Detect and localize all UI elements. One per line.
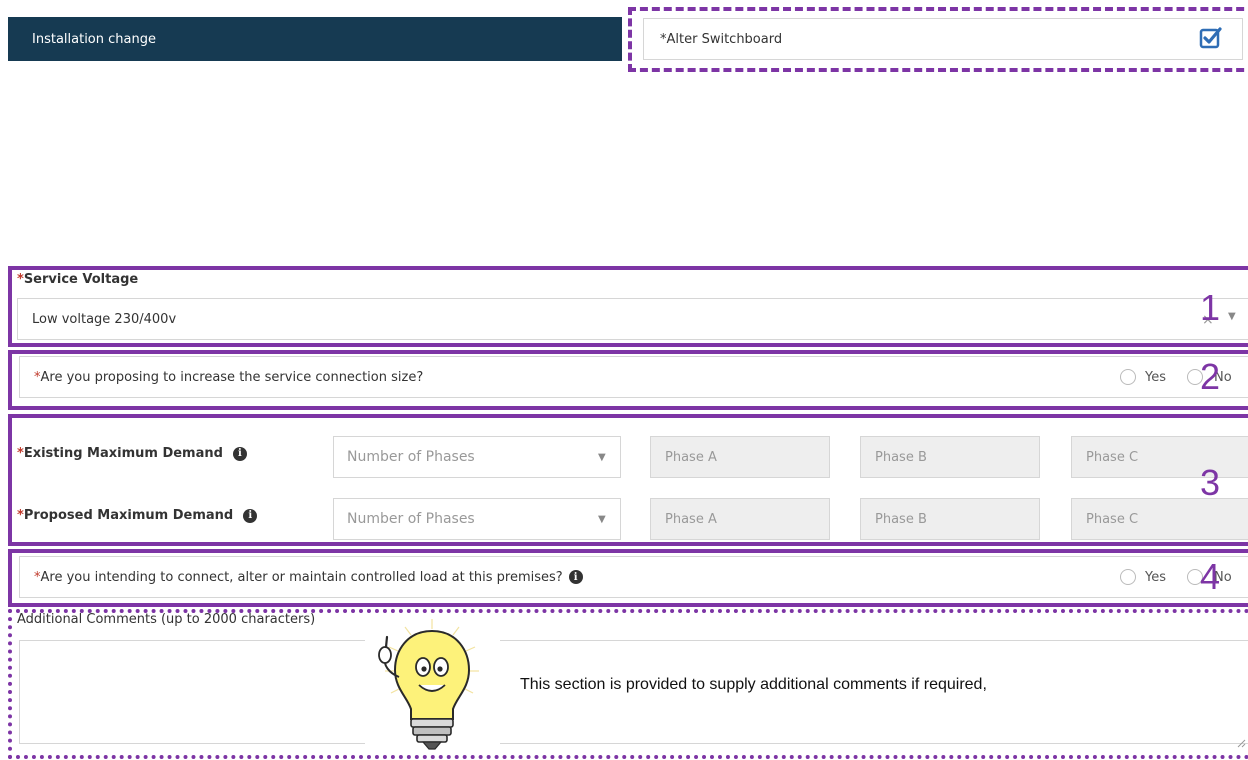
existing-phase-a-input[interactable]: Phase A bbox=[650, 436, 830, 478]
proposed-phase-a-input[interactable]: Phase A bbox=[650, 498, 830, 540]
service-voltage-select[interactable]: Low voltage 230/400v bbox=[17, 298, 1248, 340]
alter-switchboard-label: Alter Switchboard bbox=[666, 31, 783, 47]
controlled-load-label: Are you intending to connect, alter or m… bbox=[40, 569, 563, 585]
controlled-load-question: * Are you intending to connect, alter or … bbox=[19, 556, 1248, 598]
proposed-demand-label: * Proposed Maximum Demand i bbox=[17, 508, 258, 523]
alter-switchboard-field[interactable]: * Alter Switchboard bbox=[643, 18, 1243, 60]
existing-phase-a-placeholder: Phase A bbox=[665, 449, 717, 465]
service-size-question: * Are you proposing to increase the servi… bbox=[19, 356, 1248, 398]
lightbulb-mascot-icon bbox=[365, 615, 500, 755]
service-voltage-label-text: Service Voltage bbox=[23, 272, 139, 287]
proposed-phases-select[interactable]: Number of Phases ▼ bbox=[333, 498, 621, 540]
service-size-yes-label: Yes bbox=[1145, 370, 1166, 385]
proposed-demand-label-text: Proposed Maximum Demand bbox=[23, 508, 234, 523]
service-voltage-label: *Service Voltage bbox=[17, 272, 138, 287]
additional-comments-label: Additional Comments (up to 2000 characte… bbox=[17, 612, 316, 627]
controlled-load-yes-label: Yes bbox=[1145, 570, 1166, 585]
annotation-number-3: 3 bbox=[1200, 462, 1221, 503]
chevron-down-icon: ▼ bbox=[598, 452, 606, 463]
controlled-load-yes-radio[interactable] bbox=[1120, 569, 1136, 585]
required-mark: * bbox=[17, 446, 24, 461]
chevron-down-icon[interactable]: ▼ bbox=[1228, 311, 1236, 322]
proposed-phase-c-input[interactable]: Phase C bbox=[1071, 498, 1248, 540]
service-size-label: Are you proposing to increase the servic… bbox=[40, 369, 424, 385]
existing-demand-label: * Existing Maximum Demand i bbox=[17, 446, 247, 461]
required-mark: * bbox=[17, 272, 24, 287]
info-icon[interactable]: i bbox=[568, 570, 583, 584]
existing-phase-b-placeholder: Phase B bbox=[875, 449, 927, 465]
required-mark: * bbox=[17, 508, 24, 523]
section-title: Installation change bbox=[32, 31, 156, 47]
comments-hint-text: This section is provided to supply addit… bbox=[520, 676, 987, 693]
resize-grip-icon[interactable] bbox=[1236, 733, 1246, 748]
existing-phase-c-placeholder: Phase C bbox=[1086, 449, 1139, 465]
section-header: Installation change bbox=[8, 17, 622, 61]
annotation-number-4: 4 bbox=[1200, 556, 1221, 597]
existing-demand-label-text: Existing Maximum Demand bbox=[23, 446, 223, 461]
proposed-phase-c-placeholder: Phase C bbox=[1086, 511, 1139, 527]
annotation-number-2: 2 bbox=[1200, 356, 1221, 397]
proposed-phase-a-placeholder: Phase A bbox=[665, 511, 717, 527]
chevron-down-icon: ▼ bbox=[598, 514, 606, 525]
service-size-yes-radio[interactable] bbox=[1120, 369, 1136, 385]
existing-phase-c-input[interactable]: Phase C bbox=[1071, 436, 1248, 478]
proposed-phases-placeholder: Number of Phases bbox=[347, 511, 475, 527]
service-voltage-value: Low voltage 230/400v bbox=[32, 311, 177, 327]
checkbox-checked-icon[interactable] bbox=[1199, 26, 1223, 50]
proposed-phase-b-input[interactable]: Phase B bbox=[860, 498, 1040, 540]
annotation-box-3 bbox=[8, 414, 1248, 546]
existing-phases-select[interactable]: Number of Phases ▼ bbox=[333, 436, 621, 478]
info-icon[interactable]: i bbox=[232, 446, 247, 461]
existing-phase-b-input[interactable]: Phase B bbox=[860, 436, 1040, 478]
proposed-phase-b-placeholder: Phase B bbox=[875, 511, 927, 527]
existing-phases-placeholder: Number of Phases bbox=[347, 449, 475, 465]
info-icon[interactable]: i bbox=[243, 508, 258, 523]
annotation-number-1: 1 bbox=[1200, 287, 1221, 328]
